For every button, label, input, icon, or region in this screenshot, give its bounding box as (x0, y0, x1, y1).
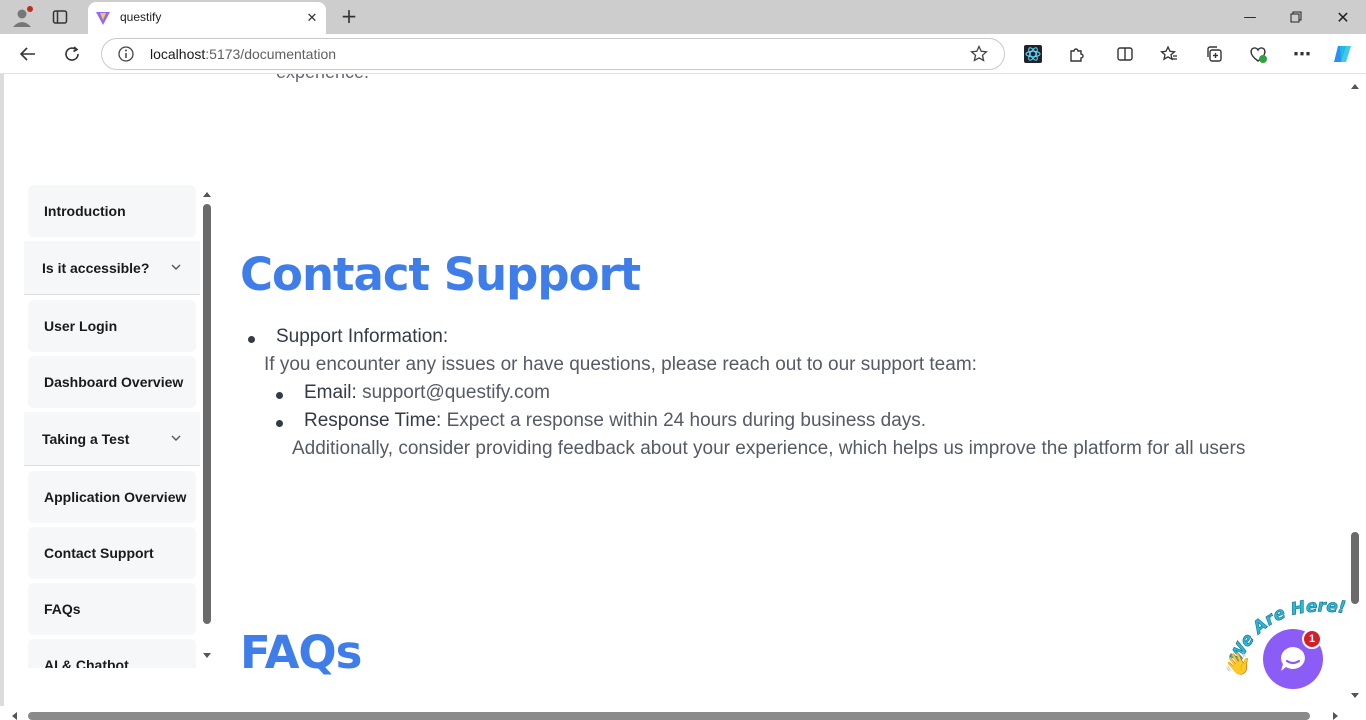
waving-hand-icon: 👋 (1224, 652, 1252, 677)
react-devtools-icon[interactable] (1021, 42, 1045, 66)
chat-bubble-icon (1281, 647, 1305, 671)
vite-logo-icon (96, 12, 110, 25)
sidebar-item-introduction[interactable]: Introduction (28, 185, 196, 237)
back-icon[interactable] (14, 40, 42, 68)
restore-icon[interactable] (1273, 4, 1319, 30)
new-tab-icon[interactable]: + (338, 4, 360, 28)
response-time-value: Expect a response within 24 hours during… (446, 410, 927, 431)
page-scroll-left-icon[interactable] (10, 711, 18, 720)
sidebar-item-label: AI & Chatbot (44, 657, 129, 668)
scroll-up-arrow-icon[interactable] (202, 190, 212, 198)
left-edge (0, 74, 4, 720)
email-value: support@questify.com (362, 382, 550, 403)
sidebar-scrollbar-thumb[interactable] (203, 204, 211, 624)
page-scroll-up-icon[interactable] (1350, 82, 1360, 90)
bullet (276, 392, 283, 399)
copilot-icon[interactable] (1331, 42, 1355, 66)
address-bar[interactable]: localhost:5173/documentation (101, 38, 1005, 70)
feedback-text: Additionally, consider providing feedbac… (292, 438, 1246, 459)
tab-title: questify (120, 10, 162, 24)
close-tab-icon[interactable]: ✕ (302, 8, 322, 28)
url-path: :5173/documentation (205, 46, 337, 62)
scroll-down-arrow-icon[interactable] (202, 652, 212, 660)
sidebar-item-label: User Login (44, 318, 118, 334)
sidebar-item-user-login[interactable]: User Login (28, 300, 196, 352)
browser-titlebar: questify ✕ + — ✕ (0, 0, 1366, 34)
sidebar-item-ai-chatbot[interactable]: AI & Chatbot (28, 639, 196, 668)
sidebar-item-label: Taking a Test (42, 430, 130, 447)
previous-section-text: experience. (276, 74, 369, 83)
response-time-label: Response Time: (304, 410, 442, 431)
refresh-icon[interactable] (58, 40, 86, 68)
sidebar-item-contact-support[interactable]: Contact Support (28, 527, 196, 579)
tab-actions-icon[interactable] (48, 5, 72, 29)
browser-toolbar: localhost:5173/documentation ⋯ (0, 34, 1366, 74)
support-intro-text: If you encounter any issues or have ques… (264, 354, 977, 375)
sidebar-item-label: Dashboard Overview (44, 374, 184, 390)
more-options-icon[interactable]: ⋯ (1290, 42, 1314, 66)
faqs-heading: FAQs (240, 626, 362, 679)
page-scroll-right-icon[interactable] (1332, 711, 1340, 720)
docs-sidebar: Introduction Is it accessible? User Logi… (22, 182, 214, 668)
page-scroll-down-icon[interactable] (1350, 692, 1360, 700)
support-info-label: Support Information: (276, 326, 449, 347)
sidebar-item-label: Introduction (44, 203, 126, 219)
collections-icon[interactable] (1202, 42, 1226, 66)
sidebar-accordion-accessible[interactable]: Is it accessible? (24, 241, 200, 295)
extensions-icon[interactable] (1065, 42, 1089, 66)
favorites-icon[interactable] (1157, 42, 1181, 66)
sidebar-item-dashboard-overview[interactable]: Dashboard Overview (28, 356, 196, 408)
sidebar-item-label: Application Overview (44, 489, 187, 505)
close-window-icon[interactable]: ✕ (1320, 4, 1366, 30)
minimize-icon[interactable]: — (1227, 4, 1273, 30)
sidebar-item-label: Is it accessible? (42, 259, 150, 276)
url-text[interactable]: localhost:5173/documentation (150, 46, 336, 62)
sidebar-accordion-taking-test[interactable]: Taking a Test (24, 412, 200, 466)
browser-essentials-icon[interactable] (1246, 42, 1270, 66)
url-host: localhost (150, 46, 206, 62)
profile-icon[interactable] (10, 5, 34, 29)
response-time-item: Response Time: Expect a response within … (304, 410, 926, 432)
sidebar-item-faqs[interactable]: FAQs (28, 583, 196, 635)
sidebar-item-label: FAQs (44, 601, 81, 617)
email-label: Email: (304, 382, 357, 403)
page-viewport: experience. Introduction Is it accessibl… (0, 74, 1366, 720)
tab-questify[interactable]: questify ✕ (88, 2, 326, 34)
page-horizontal-scrollbar-thumb[interactable] (28, 712, 1310, 720)
site-info-icon[interactable] (118, 46, 134, 62)
chevron-down-icon (171, 435, 181, 441)
contact-support-heading: Contact Support (240, 248, 641, 301)
favorite-star-icon[interactable] (970, 45, 988, 63)
chevron-down-icon (171, 264, 181, 270)
bullet (276, 420, 283, 427)
bullet (248, 336, 255, 343)
split-screen-icon[interactable] (1113, 42, 1137, 66)
chat-notification-badge: 1 (1302, 629, 1322, 649)
email-item: Email: support@questify.com (304, 382, 550, 404)
sidebar-item-application-overview[interactable]: Application Overview (28, 471, 196, 523)
sidebar-item-label: Contact Support (44, 545, 154, 561)
